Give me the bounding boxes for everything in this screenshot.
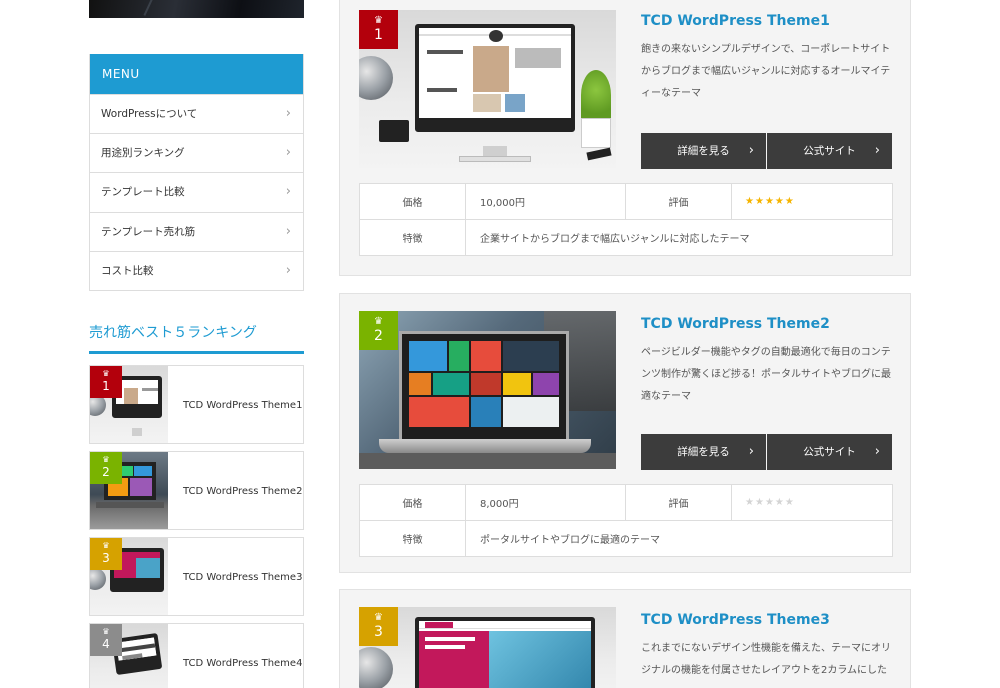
crown-icon: ♛ [374, 316, 383, 327]
menu-item-label: テンプレート売れ筋 [101, 225, 196, 238]
product-title[interactable]: TCD WordPress Theme1 [641, 13, 830, 29]
ranking-item-4[interactable]: ♛ 4 TCD WordPress Theme4 [89, 623, 304, 688]
rank-badge: ♛ 4 [90, 624, 122, 656]
crown-icon: ♛ [374, 612, 383, 623]
view-details-button[interactable]: 詳細を見る › [641, 434, 766, 470]
crown-icon: ♛ [102, 627, 110, 636]
product-description: 飽きの来ないシンプルデザインで、コーポレートサイトからブログまで幅広いジャンルに… [641, 44, 891, 99]
sidebar-banner-image[interactable] [89, 0, 304, 18]
sidebar-menu: MENU WordPressについて › 用途別ランキング › テンプレート比較… [89, 54, 304, 291]
crown-icon: ♛ [102, 455, 110, 464]
star-icon: ★ [764, 497, 775, 508]
product-card-3: ♛ 3 TCD WordPress Theme3 これまでにないデザイン性機能を… [339, 589, 911, 688]
menu-item-template-compare[interactable]: テンプレート比較 › [90, 172, 303, 212]
star-icon: ★ [764, 196, 775, 207]
star-icon: ★ [754, 497, 765, 508]
ranking-item-name[interactable]: TCD WordPress Theme2 [183, 452, 302, 531]
feature-label: 特徴 [359, 520, 466, 557]
star-icon: ★ [745, 196, 755, 207]
chevron-right-icon: › [285, 145, 291, 161]
star-icon: ★ [784, 196, 795, 207]
ranking-heading: 売れ筋ベスト５ランキング [89, 322, 304, 354]
price-label: 価格 [359, 183, 466, 220]
star-icon: ★ [745, 497, 755, 508]
product-description: これまでにないデザイン性機能を備えた、テーマにオリジナルの機能を付属させたレイア… [641, 643, 891, 676]
official-site-button[interactable]: 公式サイト › [767, 434, 892, 470]
rating-stars: ★★★★★ [731, 183, 893, 220]
rating-label: 評価 [625, 183, 732, 220]
chevron-right-icon: › [285, 223, 291, 239]
star-icon: ★ [784, 497, 795, 508]
menu-item-label: コスト比較 [101, 264, 154, 277]
rank-badge: ♛ 1 [90, 366, 122, 398]
product-title[interactable]: TCD WordPress Theme2 [641, 316, 830, 332]
menu-item-about-wordpress[interactable]: WordPressについて › [90, 94, 303, 134]
chevron-right-icon: › [748, 444, 754, 459]
rank-badge: ♛ 3 [90, 538, 122, 570]
crown-icon: ♛ [102, 541, 110, 550]
menu-item-label: 用途別ランキング [101, 147, 185, 160]
menu-item-ranking-by-use[interactable]: 用途別ランキング › [90, 133, 303, 173]
price-value: 10,000円 [465, 183, 626, 220]
rank-badge: ♛ 2 [90, 452, 122, 484]
star-icon: ★ [774, 196, 785, 207]
menu-item-label: テンプレート比較 [101, 186, 185, 199]
rating-label: 評価 [625, 484, 732, 521]
star-icon: ★ [774, 497, 785, 508]
ranking-item-3[interactable]: ♛ 3 TCD WordPress Theme3 [89, 537, 304, 616]
menu-item-cost-compare[interactable]: コスト比較 › [90, 250, 303, 290]
star-icon: ★ [754, 196, 765, 207]
ranking-item-1[interactable]: ♛ 1 TCD WordPress Theme1 [89, 365, 304, 444]
price-label: 価格 [359, 484, 466, 521]
chevron-right-icon: › [748, 143, 754, 158]
view-details-button[interactable]: 詳細を見る › [641, 133, 766, 169]
chevron-right-icon: › [285, 262, 291, 278]
crown-icon: ♛ [102, 369, 110, 378]
menu-item-template-bestsellers[interactable]: テンプレート売れ筋 › [90, 211, 303, 251]
product-info-table: 価格 8,000円 評価 ★★★★★ 特徴 ポータルサイトやブログに最適のテーマ [359, 484, 893, 557]
official-site-button[interactable]: 公式サイト › [767, 133, 892, 169]
menu-item-label: WordPressについて [101, 108, 198, 120]
chevron-right-icon: › [285, 184, 291, 200]
menu-title: MENU [90, 54, 303, 94]
ranking-item-name[interactable]: TCD WordPress Theme1 [183, 366, 302, 445]
product-card-1: ♛ 1 TCD WordPress Theme1 飽きの来ないシンプルデザインで… [339, 0, 911, 276]
crown-icon: ♛ [374, 15, 383, 26]
price-value: 8,000円 [465, 484, 626, 521]
product-title[interactable]: TCD WordPress Theme3 [641, 612, 830, 628]
product-card-2: ♛ 2 TCD WordPress Theme2 ページビルダー機能やタグの自動… [339, 293, 911, 573]
rank-badge: ♛ 2 [359, 311, 398, 350]
ranking-item-name[interactable]: TCD WordPress Theme3 [183, 538, 302, 617]
ranking-item-2[interactable]: ♛ 2 TCD WordPress Theme2 [89, 451, 304, 530]
ranking-item-name[interactable]: TCD WordPress Theme4 [183, 624, 302, 688]
chevron-right-icon: › [874, 143, 880, 158]
feature-value: ポータルサイトやブログに最適のテーマ [465, 520, 893, 557]
rating-stars: ★★★★★ [731, 484, 893, 521]
rank-badge: ♛ 1 [359, 10, 398, 49]
product-description: ページビルダー機能やタグの自動最適化で毎日のコンテンツ制作が驚くほど捗る！ポータ… [641, 347, 891, 402]
product-info-table: 価格 10,000円 評価 ★★★★★ 特徴 企業サイトからブログまで幅広いジャ… [359, 183, 893, 256]
chevron-right-icon: › [285, 106, 291, 121]
feature-label: 特徴 [359, 219, 466, 256]
rank-badge: ♛ 3 [359, 607, 398, 646]
chevron-right-icon: › [874, 444, 880, 459]
feature-value: 企業サイトからブログまで幅広いジャンルに対応したテーマ [465, 219, 893, 256]
